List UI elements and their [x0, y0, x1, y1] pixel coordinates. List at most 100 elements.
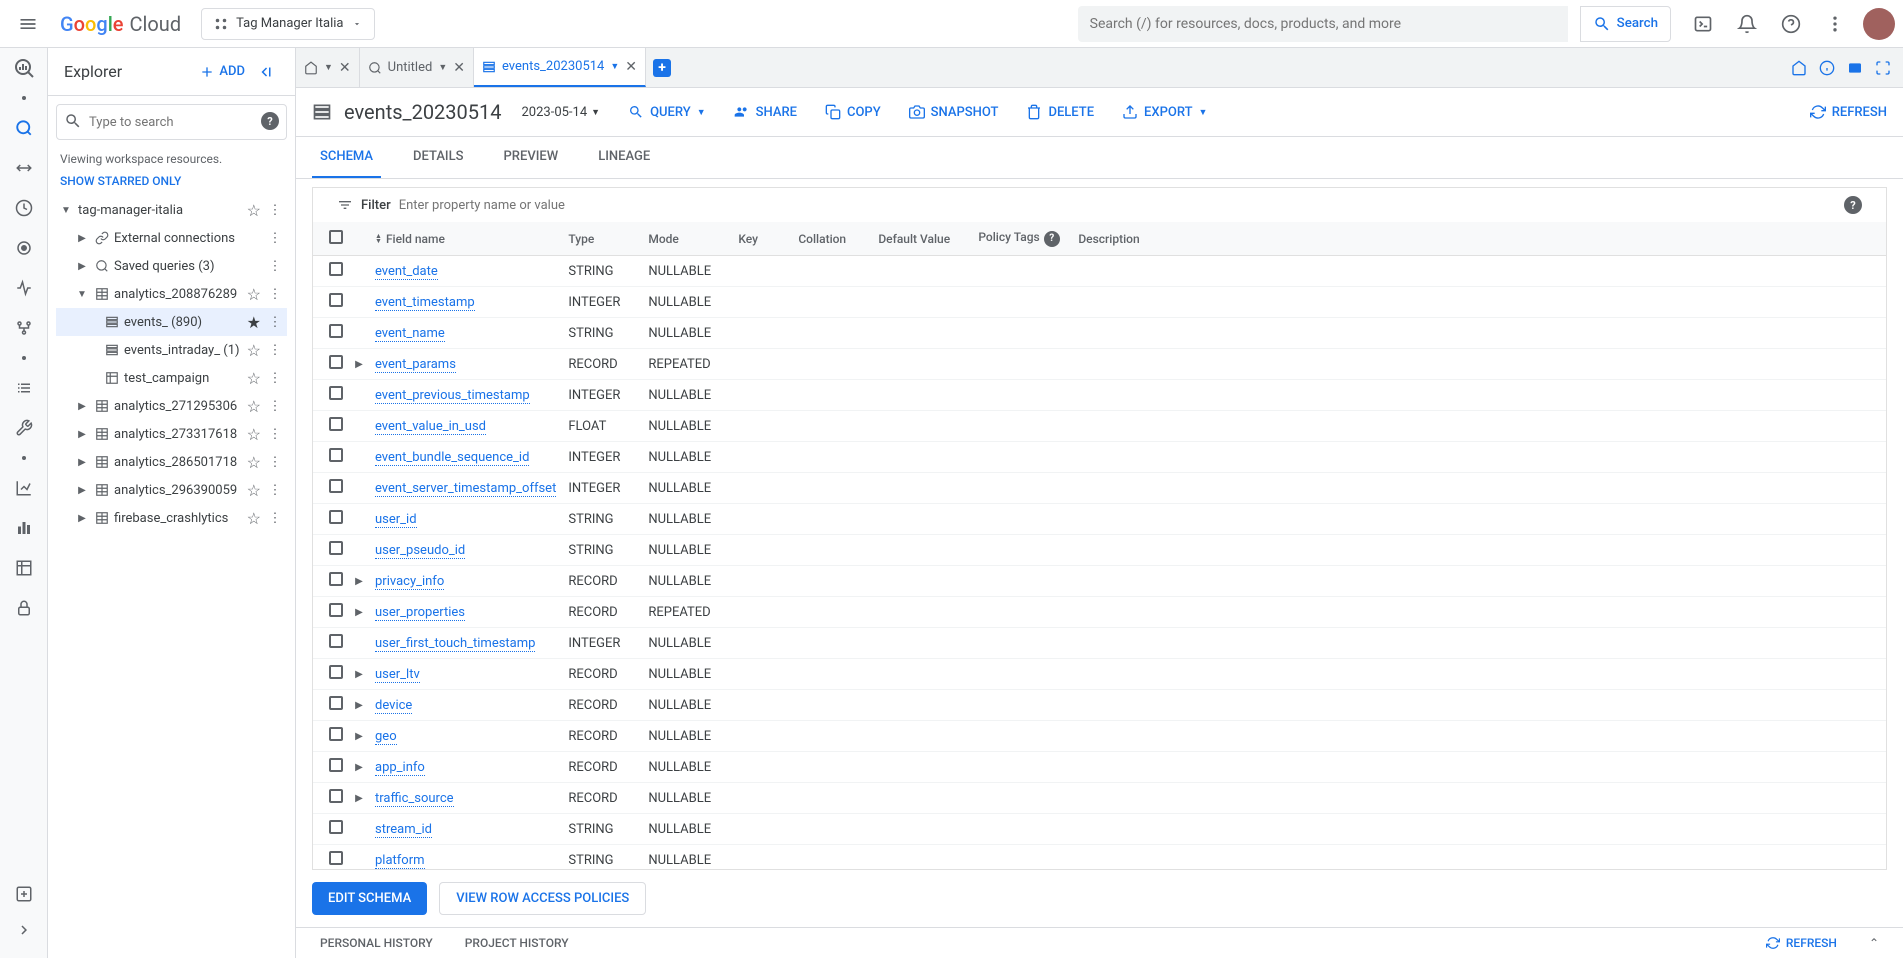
- field-name-link[interactable]: geo: [375, 729, 397, 745]
- close-tab-icon[interactable]: ✕: [339, 60, 351, 76]
- expand-icon[interactable]: ▶: [74, 513, 90, 524]
- nav-marketplace[interactable]: [12, 882, 36, 906]
- tabbar-layout-icon[interactable]: [1847, 60, 1863, 76]
- view-policies-button[interactable]: VIEW ROW ACCESS POLICIES: [439, 882, 646, 915]
- tree-dataset-4[interactable]: ▶ analytics_286501718 ☆ ⋮: [56, 448, 287, 476]
- nav-lock[interactable]: [12, 596, 36, 620]
- filter-help-icon[interactable]: ?: [1844, 196, 1862, 214]
- row-checkbox[interactable]: [329, 479, 343, 493]
- nav-sql[interactable]: [12, 116, 36, 140]
- field-name-link[interactable]: platform: [375, 853, 425, 869]
- nav-reservations[interactable]: [12, 236, 36, 260]
- field-name-link[interactable]: event_name: [375, 326, 445, 342]
- star-icon[interactable]: ☆: [247, 453, 261, 472]
- nav-bi[interactable]: [12, 276, 36, 300]
- nav-transfers[interactable]: [12, 156, 36, 180]
- expand-icon[interactable]: ▼: [58, 205, 74, 216]
- project-history-tab[interactable]: PROJECT HISTORY: [465, 936, 569, 950]
- row-checkbox[interactable]: [329, 665, 343, 679]
- tab-preview[interactable]: PREVIEW: [496, 137, 567, 178]
- new-tab-button[interactable]: +: [646, 48, 678, 87]
- tabbar-fullscreen-icon[interactable]: [1875, 60, 1891, 76]
- row-checkbox[interactable]: [329, 417, 343, 431]
- more-icon[interactable]: ⋮: [265, 231, 285, 246]
- search-input[interactable]: [1090, 16, 1556, 32]
- tree-dataset-2[interactable]: ▶ analytics_271295306 ☆ ⋮: [56, 392, 287, 420]
- tree-table-events[interactable]: events_ (890) ★ ⋮: [56, 308, 287, 336]
- more-icon[interactable]: ⋮: [265, 259, 285, 274]
- row-checkbox[interactable]: [329, 293, 343, 307]
- user-avatar[interactable]: [1863, 8, 1895, 40]
- row-checkbox[interactable]: [329, 448, 343, 462]
- nav-scheduled[interactable]: [12, 196, 36, 220]
- nav-table[interactable]: [12, 556, 36, 580]
- star-icon[interactable]: ☆: [247, 481, 261, 500]
- personal-history-tab[interactable]: PERSONAL HISTORY: [320, 936, 433, 950]
- more-icon[interactable]: ⋮: [265, 483, 285, 498]
- star-icon[interactable]: ☆: [247, 341, 261, 360]
- tree-project[interactable]: ▼ tag-manager-italia ☆ ⋮: [56, 196, 287, 224]
- nav-chart[interactable]: [12, 476, 36, 500]
- nav-bars[interactable]: [12, 516, 36, 540]
- show-starred-link[interactable]: SHOW STARRED ONLY: [56, 170, 287, 196]
- more-icon[interactable]: ⋮: [265, 315, 285, 330]
- main-menu-button[interactable]: [8, 4, 48, 44]
- more-icon[interactable]: ⋮: [265, 371, 285, 386]
- star-icon[interactable]: ☆: [247, 285, 261, 304]
- field-name-link[interactable]: event_timestamp: [375, 295, 475, 311]
- nav-list[interactable]: [12, 376, 36, 400]
- expand-icon[interactable]: ▶: [74, 429, 90, 440]
- star-icon[interactable]: ☆: [247, 397, 261, 416]
- help-button[interactable]: [1771, 4, 1811, 44]
- row-checkbox[interactable]: [329, 386, 343, 400]
- expand-icon[interactable]: ▶: [355, 793, 363, 804]
- tree-dataset-1[interactable]: ▼ analytics_208876289 ☆ ⋮: [56, 280, 287, 308]
- more-icon[interactable]: ⋮: [265, 427, 285, 442]
- close-tab-icon[interactable]: ✕: [625, 59, 637, 75]
- expand-icon[interactable]: ▼: [74, 289, 90, 300]
- row-checkbox[interactable]: [329, 727, 343, 741]
- field-name-link[interactable]: user_ltv: [375, 667, 420, 683]
- expand-icon[interactable]: ▶: [355, 669, 363, 680]
- star-icon[interactable]: ☆: [247, 201, 261, 220]
- search-help-icon[interactable]: ?: [261, 112, 279, 130]
- explorer-search-input[interactable]: [56, 104, 287, 140]
- copy-button[interactable]: COPY: [817, 100, 889, 124]
- row-checkbox[interactable]: [329, 758, 343, 772]
- row-checkbox[interactable]: [329, 324, 343, 338]
- tree-dataset-5[interactable]: ▶ analytics_296390059 ☆ ⋮: [56, 476, 287, 504]
- field-name-link[interactable]: user_id: [375, 512, 417, 528]
- star-icon[interactable]: ★: [247, 313, 261, 332]
- snapshot-button[interactable]: SNAPSHOT: [901, 100, 1007, 124]
- tab-events[interactable]: events_20230514 ▼ ✕: [474, 48, 646, 87]
- field-name-link[interactable]: app_info: [375, 760, 425, 776]
- expand-icon[interactable]: ▶: [355, 359, 363, 370]
- tree-table-campaign[interactable]: test_campaign ☆ ⋮: [56, 364, 287, 392]
- row-checkbox[interactable]: [329, 510, 343, 524]
- field-name-link[interactable]: stream_id: [375, 822, 432, 838]
- expand-icon[interactable]: ▶: [355, 731, 363, 742]
- row-checkbox[interactable]: [329, 851, 343, 865]
- row-checkbox[interactable]: [329, 262, 343, 276]
- export-button[interactable]: EXPORT ▼: [1114, 100, 1215, 124]
- row-checkbox[interactable]: [329, 696, 343, 710]
- expand-icon[interactable]: ▶: [355, 576, 363, 587]
- field-name-link[interactable]: event_server_timestamp_offset: [375, 481, 556, 497]
- expand-icon[interactable]: ▶: [74, 233, 90, 244]
- row-checkbox[interactable]: [329, 355, 343, 369]
- expand-history-button[interactable]: ⌃: [1869, 936, 1879, 950]
- nav-tool[interactable]: [12, 416, 36, 440]
- star-icon[interactable]: ☆: [247, 509, 261, 528]
- refresh-button[interactable]: REFRESH: [1810, 104, 1887, 120]
- field-name-link[interactable]: user_pseudo_id: [375, 543, 465, 559]
- tree-table-intraday[interactable]: events_intraday_ (1) ☆ ⋮: [56, 336, 287, 364]
- tab-untitled[interactable]: Untitled ▼ ✕: [360, 48, 474, 87]
- edit-schema-button[interactable]: EDIT SCHEMA: [312, 882, 427, 915]
- more-icon[interactable]: ⋮: [265, 287, 285, 302]
- history-refresh-button[interactable]: REFRESH: [1766, 936, 1837, 950]
- tabbar-home-icon[interactable]: [1791, 60, 1807, 76]
- date-selector[interactable]: 2023-05-14 ▼: [514, 101, 609, 124]
- share-button[interactable]: SHARE: [726, 100, 805, 124]
- search-button[interactable]: Search: [1580, 6, 1671, 42]
- google-cloud-logo[interactable]: Google Cloud: [60, 12, 181, 36]
